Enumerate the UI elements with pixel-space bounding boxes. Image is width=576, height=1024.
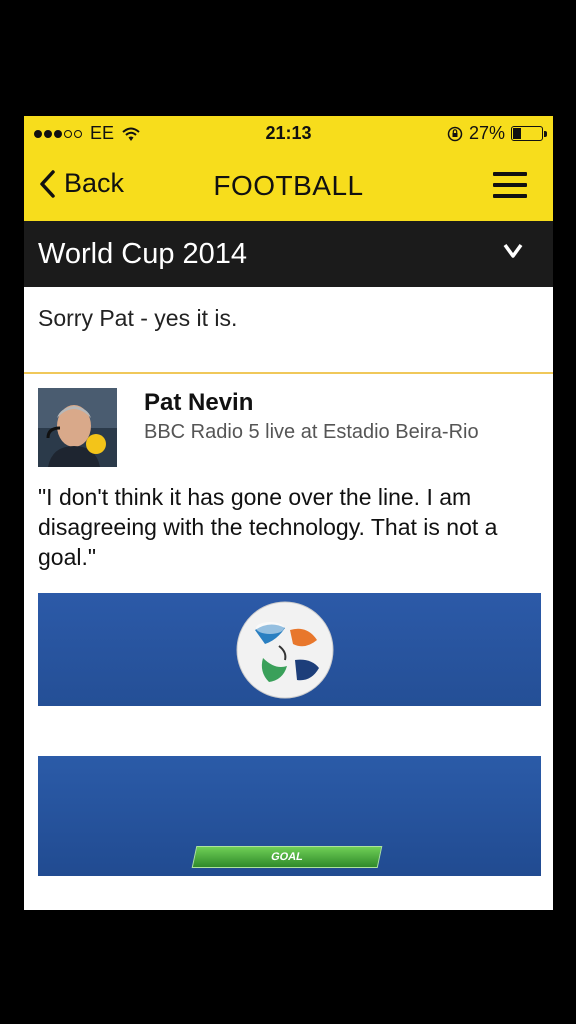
battery-icon (511, 126, 547, 141)
status-bar: EE 21:13 27% (24, 116, 553, 150)
goal-line-image-top (38, 593, 541, 706)
author-name: Pat Nevin (144, 389, 254, 416)
divider (24, 372, 553, 374)
section-title: World Cup 2014 (38, 238, 248, 270)
battery-percent: 27% (468, 123, 505, 143)
goal-badge: GOAL (191, 846, 383, 868)
goal-line-white-stripe (38, 706, 541, 756)
app-screen: EE 21:13 27% Back FOOTBALL World Cup 201… (24, 116, 553, 910)
goal-line-image-bottom: GOAL (38, 756, 541, 876)
section-selector[interactable]: World Cup 2014 (24, 221, 553, 287)
author-affiliation: BBC Radio 5 live at Estadio Beira-Rio (144, 421, 479, 443)
status-right: 27% (447, 123, 547, 144)
quote-text: "I don't think it has gone over the line… (38, 484, 498, 570)
page-title: FOOTBALL (213, 170, 364, 201)
football-image (236, 601, 334, 699)
avatar (38, 388, 117, 467)
hamburger-menu-icon[interactable] (493, 172, 527, 200)
chevron-down-icon[interactable] (503, 243, 523, 259)
rotation-lock-icon (447, 126, 463, 141)
nav-bar: Back FOOTBALL (24, 150, 553, 221)
live-message: Sorry Pat - yes it is. (38, 305, 238, 331)
